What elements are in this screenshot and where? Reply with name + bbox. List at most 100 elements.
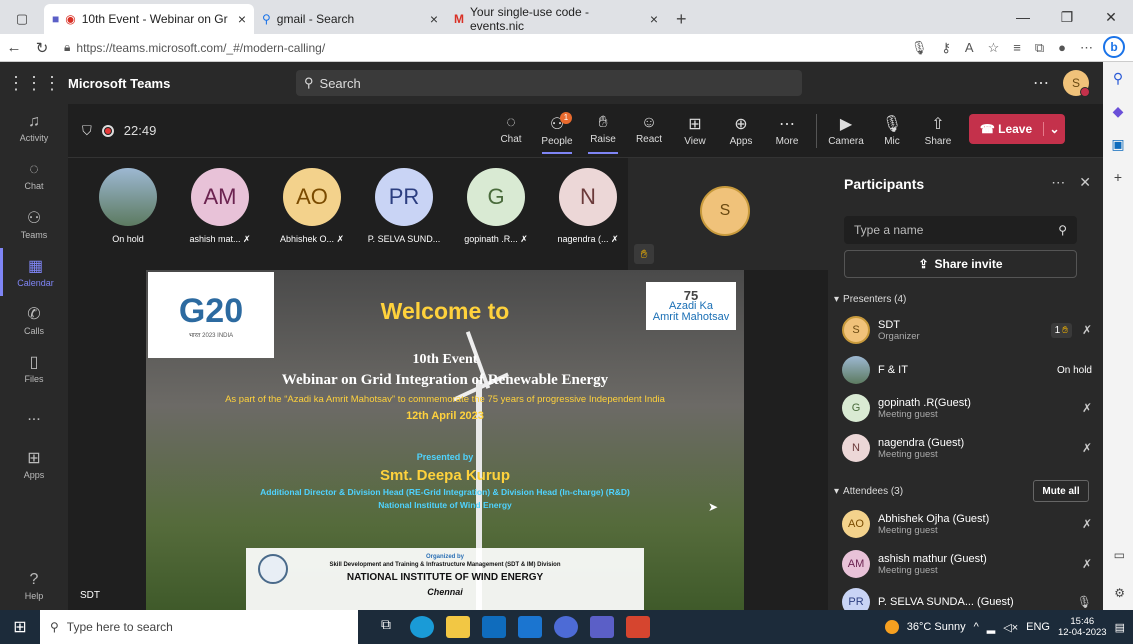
back-arrow-icon[interactable]: ← — [0, 39, 28, 56]
close-icon[interactable]: ✕ — [1079, 174, 1091, 191]
file-explorer-icon[interactable] — [446, 616, 470, 638]
participant-tile[interactable]: G gopinath .R... ✗ — [450, 168, 542, 245]
windows-start-icon[interactable]: ⊞ — [0, 617, 40, 637]
rail-teams[interactable]: ⚇ Teams — [0, 200, 68, 248]
mic-permission-icon[interactable]: 🎙︎ — [911, 40, 928, 56]
slide-date: 12th April 2023 — [406, 410, 484, 422]
people-button[interactable]: ⚇ 1 People — [534, 111, 580, 154]
participant-tile[interactable]: PR P. SELVA SUND... — [358, 168, 450, 245]
minimize-icon[interactable]: — — [1001, 0, 1045, 34]
participant-tile[interactable]: N nagendra (... ✗ — [542, 168, 634, 245]
mail-icon[interactable] — [518, 616, 542, 638]
mic-off-icon: ✗ — [611, 234, 619, 244]
more-button[interactable]: ⋯ More — [764, 114, 810, 148]
share-invite-button[interactable]: ⇪ Share invite — [844, 250, 1077, 278]
participant-row[interactable]: AM ashish mathur (Guest) Meeting guest ✗ — [842, 550, 1092, 578]
slide-organized-by: Organized by — [425, 554, 464, 560]
weather-text[interactable]: 36°C Sunny — [907, 621, 966, 633]
tab-single-use-code[interactable]: M Your single-use code - events.nic × — [446, 4, 666, 34]
raise-hand-button[interactable]: ✋︎ Raise — [580, 114, 626, 154]
close-icon[interactable]: × — [650, 11, 658, 27]
participant-tile[interactable]: AM ashish mat... ✗ — [174, 168, 266, 245]
participant-row[interactable]: S SDT Organizer 1 ✋︎ ✗ — [842, 316, 1092, 344]
apps-button[interactable]: ⊕ Apps — [718, 114, 764, 148]
app-launcher-icon[interactable]: ⋮⋮⋮ — [0, 73, 68, 94]
network-icon[interactable]: ▂ — [987, 621, 995, 634]
participant-tile[interactable]: On hold — [82, 168, 174, 245]
read-aloud-icon[interactable]: A — [965, 40, 974, 56]
share-button[interactable]: ⇧ Share — [915, 114, 961, 148]
participant-row[interactable]: N nagendra (Guest) Meeting guest ✗ — [842, 434, 1092, 462]
edge-icon[interactable] — [410, 616, 434, 638]
rail-chat[interactable]: ◌ Chat — [0, 152, 68, 200]
slide-title: Webinar on Grid Integration of Renewable… — [281, 372, 609, 388]
tools-icon[interactable]: ◆ — [1113, 103, 1124, 120]
chevron-up-icon[interactable]: ^ — [974, 621, 979, 633]
sidebar-layout-icon[interactable]: ▭ — [1114, 548, 1125, 562]
participant-row[interactable]: G gopinath .R(Guest) Meeting guest ✗ — [842, 394, 1092, 422]
store-icon[interactable] — [482, 616, 506, 638]
notification-icon[interactable]: ▤ — [1115, 621, 1125, 634]
settings-icon[interactable]: ⚙ — [1114, 586, 1125, 600]
teams-icon[interactable] — [590, 616, 614, 638]
rail-calls[interactable]: ✆ Calls — [0, 296, 68, 344]
more-icon[interactable]: ⋯ — [1033, 73, 1049, 93]
teams-header: ⋮⋮⋮ Microsoft Teams ⚲ Search ⋯ S — [0, 62, 1103, 104]
profile-icon[interactable]: ● — [1058, 40, 1066, 56]
chat-button[interactable]: ◌ Chat — [488, 114, 534, 148]
favorites-list-icon[interactable]: ≡ — [1013, 40, 1021, 56]
search-input[interactable]: ⚲ Search — [296, 70, 802, 96]
language-indicator[interactable]: ENG — [1026, 621, 1050, 633]
mic-button[interactable]: 🎙︎ Mic — [869, 114, 915, 148]
rail-more[interactable]: ... — [0, 392, 68, 440]
task-view-icon[interactable]: ⧉ — [374, 616, 398, 638]
mic-off-icon: ✗ — [1081, 441, 1092, 455]
outlook-icon[interactable]: ▣ — [1111, 136, 1124, 153]
rail-activity[interactable]: ♫ Activity — [0, 104, 68, 152]
clock[interactable]: 15:46 12-04-2023 — [1058, 616, 1107, 638]
new-tab-button[interactable]: + — [666, 4, 687, 34]
refresh-icon[interactable]: ↻ — [28, 39, 56, 57]
tab-actions-icon[interactable]: ▢ — [0, 4, 44, 34]
chevron-down-icon[interactable]: ⌄ — [1043, 121, 1065, 136]
favorite-icon[interactable]: ☆ — [988, 40, 1000, 56]
rail-apps[interactable]: ⊞ Apps — [0, 440, 68, 488]
taskbar-search-input[interactable]: ⚲ Type here to search — [40, 610, 358, 644]
leave-button[interactable]: ☎︎ Leave ⌄ — [969, 113, 1065, 144]
url-text: https://teams.microsoft.com/_#/modern-ca… — [76, 40, 326, 55]
chrome-icon[interactable] — [554, 616, 578, 638]
presenters-section[interactable]: ▾ Presenters (4) — [834, 294, 906, 305]
user-avatar[interactable]: S — [1063, 70, 1090, 97]
participant-tile[interactable]: AO Abhishek O... ✗ — [266, 168, 358, 245]
tab-teams-meeting[interactable]: ■ ◉ 10th Event - Webinar on Gr × — [44, 4, 254, 34]
volume-icon[interactable]: ◁× — [1003, 621, 1018, 634]
add-icon[interactable]: + — [1114, 169, 1122, 185]
close-icon[interactable]: × — [430, 11, 438, 27]
key-icon[interactable]: ⚷ — [941, 40, 951, 56]
participant-row[interactable]: PR P. SELVA SUNDA... (Guest) 🎙︎ — [842, 588, 1092, 610]
url-field[interactable]: 🔒︎ https://teams.microsoft.com/_#/modern… — [64, 40, 764, 55]
close-icon[interactable]: × — [238, 11, 246, 27]
search-icon[interactable]: ⚲ — [1113, 70, 1123, 87]
close-window-icon[interactable]: ✕ — [1089, 0, 1133, 34]
react-button[interactable]: ☺ React — [626, 114, 672, 148]
rail-calendar[interactable]: ▦ Calendar — [0, 248, 68, 296]
participant-row[interactable]: AO Abhishek Ojha (Guest) Meeting guest ✗ — [842, 510, 1092, 538]
bing-icon[interactable]: b — [1103, 36, 1125, 58]
participant-row[interactable]: F & IT On hold — [842, 356, 1092, 384]
collections-icon[interactable]: ⧉ — [1035, 40, 1044, 56]
participant-search-input[interactable]: Type a name ⚲ — [844, 216, 1077, 244]
tab-gmail-search[interactable]: ⚲ gmail - Search × — [254, 4, 446, 34]
attendees-section[interactable]: ▾ Attendees (3) — [834, 486, 903, 497]
more-icon[interactable]: ⋯ — [1051, 174, 1065, 191]
camera-button[interactable]: ▶ Camera — [823, 114, 869, 148]
rail-files[interactable]: ▯ Files — [0, 344, 68, 392]
rail-help[interactable]: ? Help — [0, 562, 68, 610]
mute-all-button[interactable]: Mute all — [1033, 480, 1089, 502]
view-button[interactable]: ⊞ View — [672, 114, 718, 148]
camera-off-icon: ▶ — [839, 115, 853, 133]
more-icon[interactable]: ⋯ — [1080, 40, 1093, 56]
restore-icon[interactable]: ❐ — [1045, 0, 1089, 34]
self-video-tile[interactable]: S — [628, 158, 828, 270]
pdf-reader-icon[interactable] — [626, 616, 650, 638]
